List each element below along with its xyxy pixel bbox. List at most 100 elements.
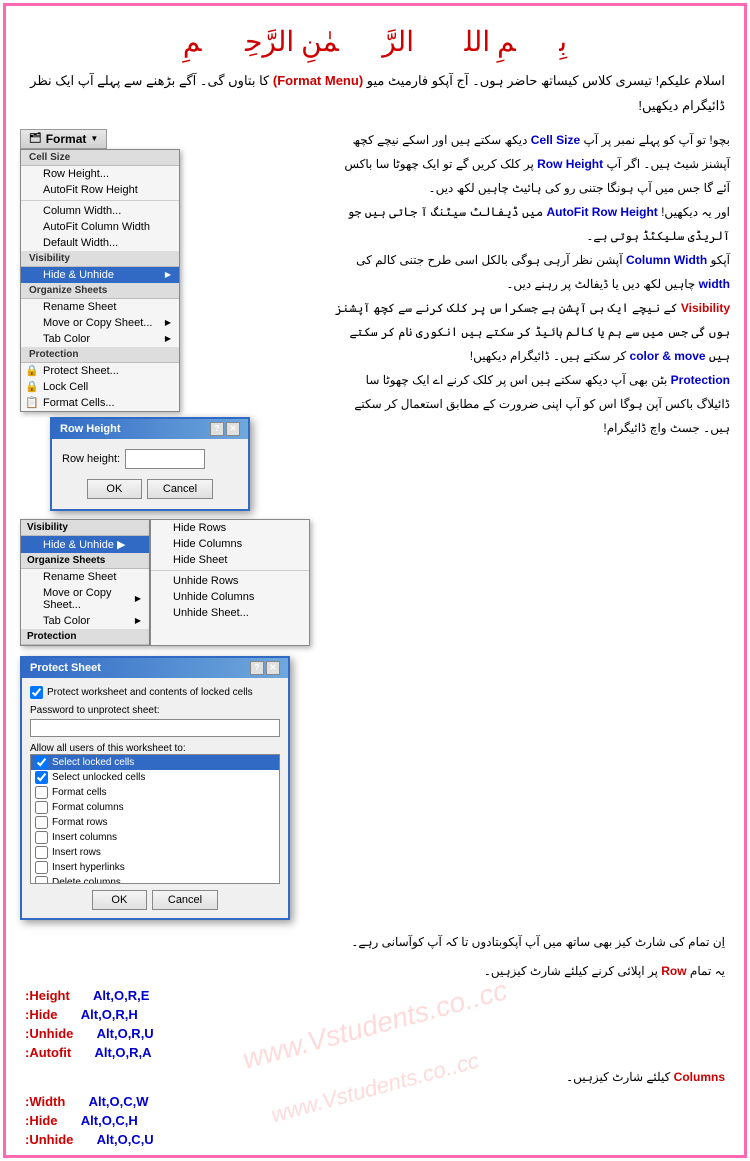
protect-title-bar: Protect Sheet ? ✕ (22, 658, 288, 678)
protect-help-btn[interactable]: ? (250, 661, 264, 675)
shortcut-unhide-row-sep (81, 1026, 88, 1041)
shortcut-unhide-col: Alt,O,C,U Unhide: (25, 1132, 725, 1147)
cb-select-unlocked[interactable] (35, 771, 48, 784)
organize-header: Organize Sheets (21, 283, 179, 299)
dropdown-arrow: ▼ (90, 134, 98, 143)
protect-controls: ? ✕ (250, 661, 280, 675)
vis-hide-unhide[interactable]: Hide & Unhide ▶ (21, 536, 149, 553)
menu-tab-color[interactable]: Tab Color (21, 331, 179, 347)
menu-hide-unhide[interactable]: Hide & Unhide (21, 267, 179, 283)
vis-organize-header: Organize Sheets (21, 553, 149, 569)
content-area: 🗂 Format ▼ Cell Size Row Height... AutoF… (10, 123, 740, 925)
format-menu-highlight: (Format Menu) (273, 73, 363, 88)
shortcut-hide-row-label: Hide: (25, 1007, 58, 1022)
vis-tab-color[interactable]: Tab Color (21, 613, 149, 629)
menu-row-height[interactable]: Row Height... (21, 166, 179, 182)
dialog-help-btn[interactable]: ? (210, 422, 224, 436)
cb-insert-hyperlinks[interactable] (35, 861, 48, 874)
row-height-label: Row height: (62, 453, 120, 465)
protect-close-btn[interactable]: ✕ (266, 661, 280, 675)
unhide-columns[interactable]: Unhide Columns (151, 589, 309, 605)
cell-size-header: Cell Size (21, 150, 179, 166)
visibility-header: Visibility (21, 251, 179, 267)
urdu-cell-size: بچو! تو آپ کو پہلے نمبر پر آپ Cell Size … (335, 128, 730, 200)
row-height-field: Row height: (62, 449, 238, 469)
vis-move-copy[interactable]: Move or Copy Sheet... (21, 585, 149, 613)
cb-delete-columns[interactable] (35, 876, 48, 884)
col-shortcut-intro: Columns کیلئے شارٹ کیزہیں۔ (10, 1065, 740, 1089)
shortcut-unhide-row: Alt,O,R,U Unhide: (25, 1026, 725, 1041)
protect-main-checkbox-row: Protect worksheet and contents of locked… (30, 686, 280, 699)
list-item-insert-hyperlinks[interactable]: Insert hyperlinks (31, 860, 279, 875)
cb-format-rows[interactable] (35, 816, 48, 829)
password-input[interactable] (30, 719, 280, 737)
urdu-visibility: Visibility کے نیچے ایک ہی آپشن ہے جسکراس… (335, 296, 730, 368)
shortcut-unhide-col-label: Unhide: (25, 1132, 73, 1147)
protection-header: Protection (21, 347, 179, 363)
cb-insert-rows[interactable] (35, 846, 48, 859)
cb-format-columns[interactable] (35, 801, 48, 814)
dialog-content: Row height: OK Cancel (52, 439, 248, 509)
shortcut-hide-col-label: Hide: (25, 1113, 58, 1128)
list-item-insert-rows[interactable]: Insert rows (31, 845, 279, 860)
row-height-input[interactable] (125, 449, 205, 469)
menu-move-copy[interactable]: Move or Copy Sheet... (21, 315, 179, 331)
row-shortcuts-section: Alt,O,R,E Height: Alt,O,R,H Hide: Alt,O,… (10, 988, 740, 1060)
shortcut-unhide-row-keys: Alt,O,R,U (97, 1026, 154, 1041)
urdu-protection: Protection بٹن بھی آپ دیکھ سکتے ہیں اس پ… (335, 368, 730, 440)
shortcut-hide-col-keys: Alt,O,C,H (81, 1113, 138, 1128)
shortcut-unhide-row-label: Unhide: (25, 1026, 73, 1041)
list-item-format-rows[interactable]: Format rows (31, 815, 279, 830)
shortcut-height-sep (78, 988, 85, 1003)
shortcut-height-keys: Alt,O,R,E (93, 988, 149, 1003)
dialog-controls: ? ✕ (210, 422, 240, 436)
hide-rows[interactable]: Hide Rows (151, 520, 309, 536)
intro-text: اسلام علیکم! تیسری کلاس کیساتھ حاضر ہوں۔… (10, 69, 740, 123)
shortcut-autofit-row-label: Autofit: (25, 1045, 71, 1060)
format-menu-bar-wrapper: 🗂 Format ▼ (20, 128, 330, 149)
dialog-close-btn[interactable]: ✕ (226, 422, 240, 436)
right-panel: بچو! تو آپ کو پہلے نمبر پر آپ Cell Size … (335, 128, 730, 920)
menu-autofit-col[interactable]: AutoFit Column Width (21, 219, 179, 235)
hide-sheet[interactable]: Hide Sheet (151, 552, 309, 568)
format-menu-button[interactable]: 🗂 Format ▼ (20, 129, 107, 149)
row-height-ok[interactable]: OK (87, 479, 142, 499)
list-item-select-unlocked[interactable]: Select unlocked cells (31, 770, 279, 785)
protect-ok-btn[interactable]: OK (92, 890, 147, 910)
hide-columns[interactable]: Hide Columns (151, 536, 309, 552)
shortcut-width: Alt,O,C,W Width: (25, 1094, 725, 1109)
menu-protect-sheet[interactable]: 🔒 Protect Sheet... (21, 363, 179, 379)
row-height-cancel[interactable]: Cancel (147, 479, 213, 499)
shortcut-hide-col-sep (66, 1113, 73, 1128)
menu-lock-cell[interactable]: 🔒 Lock Cell (21, 379, 179, 395)
protect-main-checkbox[interactable] (30, 686, 43, 699)
menu-autofit-row[interactable]: AutoFit Row Height (21, 182, 179, 198)
vis-rename[interactable]: Rename Sheet (21, 569, 149, 585)
list-item-delete-columns[interactable]: Delete columns (31, 875, 279, 884)
list-item-format-columns[interactable]: Format columns (31, 800, 279, 815)
cb-insert-columns[interactable] (35, 831, 48, 844)
menu-column-width[interactable]: Column Width... (21, 203, 179, 219)
sep-hide (151, 570, 309, 571)
unhide-sheet[interactable]: Unhide Sheet... (151, 605, 309, 621)
menu-format-cells[interactable]: 📋 Format Cells... (21, 395, 179, 411)
cb-format-cells[interactable] (35, 786, 48, 799)
sep1 (21, 200, 179, 201)
row-height-title: Row Height (60, 423, 121, 435)
lock-icon: 🔒 (25, 380, 39, 394)
protect-buttons: OK Cancel (30, 890, 280, 910)
protect-main-label: Protect worksheet and contents of locked… (47, 687, 253, 698)
list-item-insert-columns[interactable]: Insert columns (31, 830, 279, 845)
menu-default-width[interactable]: Default Width... (21, 235, 179, 251)
protect-icon: 🔒 (25, 364, 39, 378)
protect-cancel-btn[interactable]: Cancel (152, 890, 218, 910)
list-item-select-locked[interactable]: Select locked cells (31, 755, 279, 770)
shortcut-width-sep (73, 1094, 80, 1109)
cb-select-locked[interactable] (35, 756, 48, 769)
shortcut-height-label: Height: (25, 988, 70, 1003)
unhide-rows[interactable]: Unhide Rows (151, 573, 309, 589)
list-item-format-cells[interactable]: Format cells (31, 785, 279, 800)
shortcut-height: Alt,O,R,E Height: (25, 988, 725, 1003)
menu-rename-sheet[interactable]: Rename Sheet (21, 299, 179, 315)
shortcut-unhide-col-keys: Alt,O,C,U (97, 1132, 154, 1147)
